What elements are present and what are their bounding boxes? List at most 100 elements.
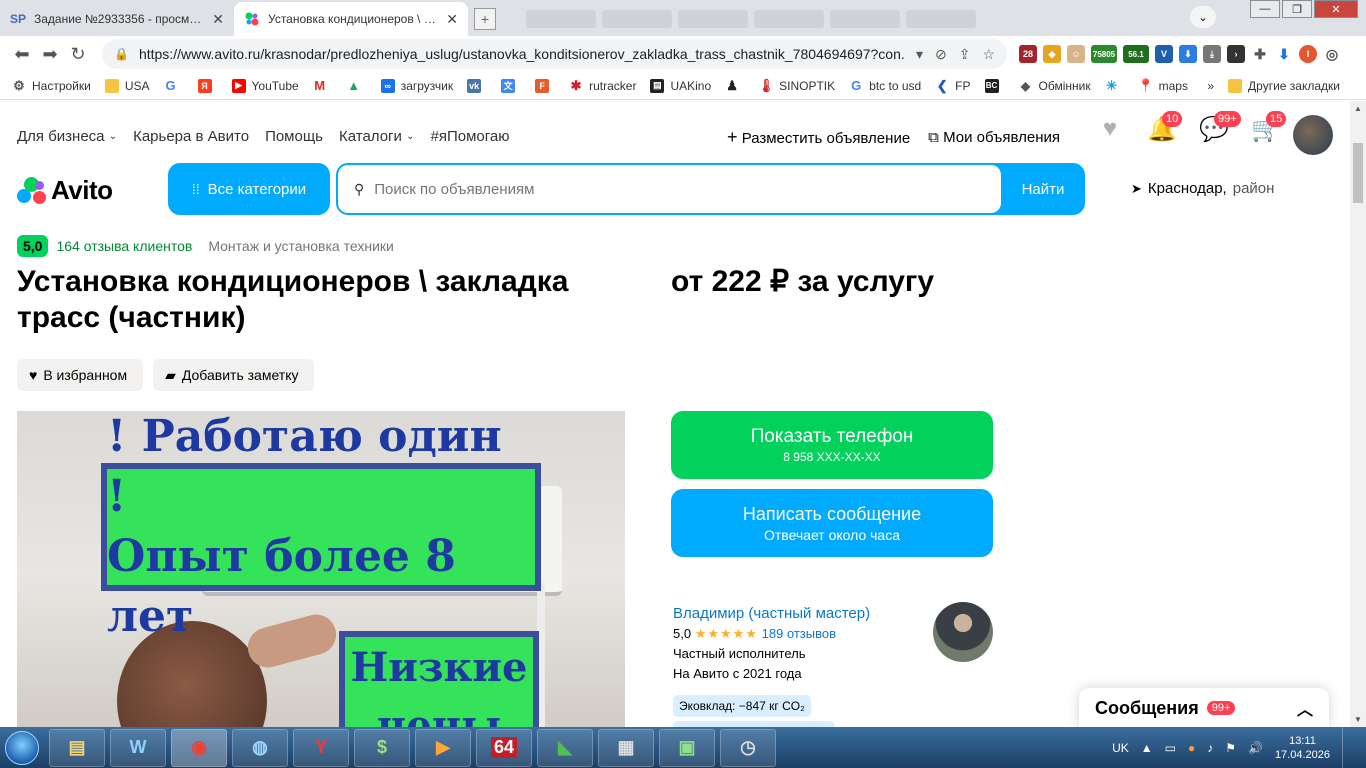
blocked-popup-icon[interactable]: ⊘ [935, 46, 947, 63]
nav-help[interactable]: Помощь [265, 128, 323, 145]
seller-reviews-link[interactable]: 189 отзывов [762, 626, 836, 641]
save-extension-icon[interactable]: ⤓ [1203, 45, 1221, 63]
bookmark-sinoptik[interactable]: 🌡 SINOPTIK [758, 78, 835, 93]
new-tab-button[interactable]: + [474, 8, 496, 30]
chrome-taskbar-button[interactable]: ◉ [171, 728, 227, 767]
scroll-down-icon[interactable]: ▼ [1354, 715, 1362, 724]
tab-close-icon[interactable]: ✕ [446, 11, 458, 28]
download-extension-icon[interactable]: ⬇ [1179, 45, 1197, 63]
downloads-icon[interactable]: ⬇ [1275, 45, 1293, 63]
bookmark-uakino[interactable]: ▤ UAKino [650, 78, 711, 93]
bookmark-f[interactable]: F [535, 78, 555, 93]
cart-icon[interactable]: 🛒 15 [1251, 111, 1287, 143]
bookmark-settings[interactable]: ⚙ Настройки [12, 78, 91, 93]
puzzle-extensions-icon[interactable]: ✚ [1251, 45, 1269, 63]
seller-name-link[interactable]: Владимир (частный мастер) [673, 604, 870, 624]
bookmark-rutracker[interactable]: ✱ rutracker [569, 78, 637, 93]
location-selector[interactable]: ➤ Краснодар, район [1131, 180, 1274, 197]
task-manager-taskbar-button[interactable]: ▣ [659, 728, 715, 767]
shield-extension-icon[interactable]: ◆ [1043, 45, 1061, 63]
write-message-button[interactable]: Написать сообщение Отвечает около часа [671, 489, 993, 557]
start-button[interactable] [0, 727, 44, 768]
bookmark-btc[interactable]: Gbtc to usd [849, 78, 921, 93]
restore-button[interactable]: ❐ [1282, 0, 1312, 18]
bookmark-other[interactable]: Другие закладки [1228, 78, 1340, 93]
ltc-extension-icon[interactable]: 56.1 [1123, 45, 1149, 63]
bookmark-bc[interactable]: BC [984, 78, 1005, 93]
wm-taskbar-button[interactable]: W [110, 728, 166, 767]
messages-icon[interactable]: 💬 99+ [1199, 111, 1241, 143]
bookmark-person[interactable]: ♟ [725, 78, 745, 93]
tray-clock[interactable]: 13:11 17.04.2026 [1275, 734, 1330, 762]
bookmark-vk[interactable]: vk [467, 78, 487, 93]
volume-tray-icon[interactable]: ♪ [1207, 741, 1213, 755]
tab-close-icon[interactable]: ✕ [212, 11, 224, 28]
bookmarks-overflow-button[interactable]: » [1207, 79, 1214, 93]
lock-icon[interactable]: 🔒 [114, 47, 129, 61]
share-icon[interactable]: ⇪ [959, 46, 971, 63]
favorites-heart-icon[interactable]: ♥ [1096, 115, 1124, 143]
seller-avatar[interactable] [933, 602, 993, 662]
minimize-button[interactable]: — [1250, 0, 1280, 18]
collapsed-tab[interactable] [754, 10, 824, 28]
bookmark-google[interactable]: G [164, 78, 184, 93]
my-ads-link[interactable]: ⧉ Мои объявления [928, 129, 1060, 146]
bookmark-star-icon[interactable]: ☆ [982, 46, 995, 63]
tab-avito[interactable]: Установка кондиционеров \ закл ✕ [234, 2, 468, 36]
show-desktop-button[interactable] [1342, 727, 1356, 768]
listing-photo[interactable]: ! Работаю один ! Опыт более 8 лет Низкие… [17, 411, 625, 727]
network-tray-icon[interactable]: ▭ [1165, 741, 1176, 755]
user-avatar[interactable] [1293, 115, 1333, 155]
collapsed-tab[interactable] [678, 10, 748, 28]
speaker-tray-icon[interactable]: 🔊 [1248, 741, 1263, 755]
nav-career[interactable]: Карьера в Авито [133, 128, 249, 145]
show-phone-button[interactable]: Показать телефон 8 958 XXX-XX-XX [671, 411, 993, 479]
nav-catalogs[interactable]: Каталоги ⌄ [339, 128, 414, 145]
yandex-taskbar-button[interactable]: Y [293, 728, 349, 767]
bookmark-star[interactable]: ✳ [1105, 78, 1125, 93]
chevron-up-icon[interactable]: ︿ [1297, 696, 1313, 720]
dropdown-arrow-icon[interactable]: ▾ [916, 46, 923, 63]
eco-badge[interactable]: Эковклад: −847 кг CO₂ [673, 695, 811, 717]
clock-taskbar-button[interactable]: ◷ [720, 728, 776, 767]
close-window-button[interactable]: ✕ [1314, 0, 1358, 18]
video-taskbar-button[interactable]: ▶ [415, 728, 471, 767]
back-icon[interactable]: ⬅ [8, 44, 36, 65]
tab-task[interactable]: SP Задание №2933356 - просмотр за ✕ [0, 2, 234, 36]
page-scrollbar[interactable]: ▲ ▼ [1350, 101, 1366, 727]
add-note-button[interactable]: ▰ Добавить заметку [153, 359, 315, 391]
bookmark-usa[interactable]: USA [104, 78, 150, 93]
bookmark-youtube[interactable]: ▶ YouTube [231, 78, 299, 93]
search-input[interactable]: ⚲ Поиск по объявлениям [338, 165, 1001, 213]
profile-icon[interactable]: I [1299, 45, 1317, 63]
scrollbar-thumb[interactable] [1353, 143, 1363, 203]
btc-extension-icon[interactable]: 75805 [1091, 45, 1117, 63]
reviews-link[interactable]: 164 отзыва клиентов [56, 238, 192, 254]
bookmark-downloader[interactable]: ∞ загрузчик [380, 78, 453, 93]
flag-tray-icon[interactable]: ⚑ [1225, 741, 1236, 755]
calculator-taskbar-button[interactable]: ▦ [598, 728, 654, 767]
address-bar[interactable]: 🔒 https://www.avito.ru/krasnodar/predloz… [102, 39, 1007, 69]
category-link[interactable]: Монтаж и установка техники [208, 238, 394, 254]
bookmark-drive[interactable]: ▲ [347, 78, 367, 93]
arrow-extension-icon[interactable]: › [1227, 45, 1245, 63]
media-taskbar-button[interactable]: ◣ [537, 728, 593, 767]
scroll-up-icon[interactable]: ▲ [1354, 104, 1362, 113]
bookmark-exchanger[interactable]: ◆ Обмінник [1019, 79, 1091, 93]
bookmark-maps[interactable]: 📍 maps [1138, 78, 1188, 93]
collapsed-tab[interactable] [830, 10, 900, 28]
bookmark-fp[interactable]: ❮ FP [935, 78, 971, 93]
search-button[interactable]: Найти [1001, 163, 1085, 215]
all-categories-button[interactable]: ⁞⁞ Все категории [168, 163, 330, 215]
face-extension-icon[interactable]: ☺ [1067, 45, 1085, 63]
collapsed-tab[interactable] [906, 10, 976, 28]
collapsed-tab[interactable] [526, 10, 596, 28]
nav-business[interactable]: Для бизнеса ⌄ [17, 128, 117, 145]
extension-badge-icon[interactable]: 28 [1019, 45, 1037, 63]
bookmark-translate[interactable]: 文 [501, 78, 521, 93]
vpn-extension-icon[interactable]: V [1155, 45, 1173, 63]
favorite-button[interactable]: ♥ В избранном [17, 359, 144, 391]
url-text[interactable]: https://www.avito.ru/krasnodar/predlozhe… [139, 46, 904, 62]
messages-panel[interactable]: Сообщения 99+ ︿ [1079, 688, 1329, 727]
cash-taskbar-button[interactable]: $ [354, 728, 410, 767]
